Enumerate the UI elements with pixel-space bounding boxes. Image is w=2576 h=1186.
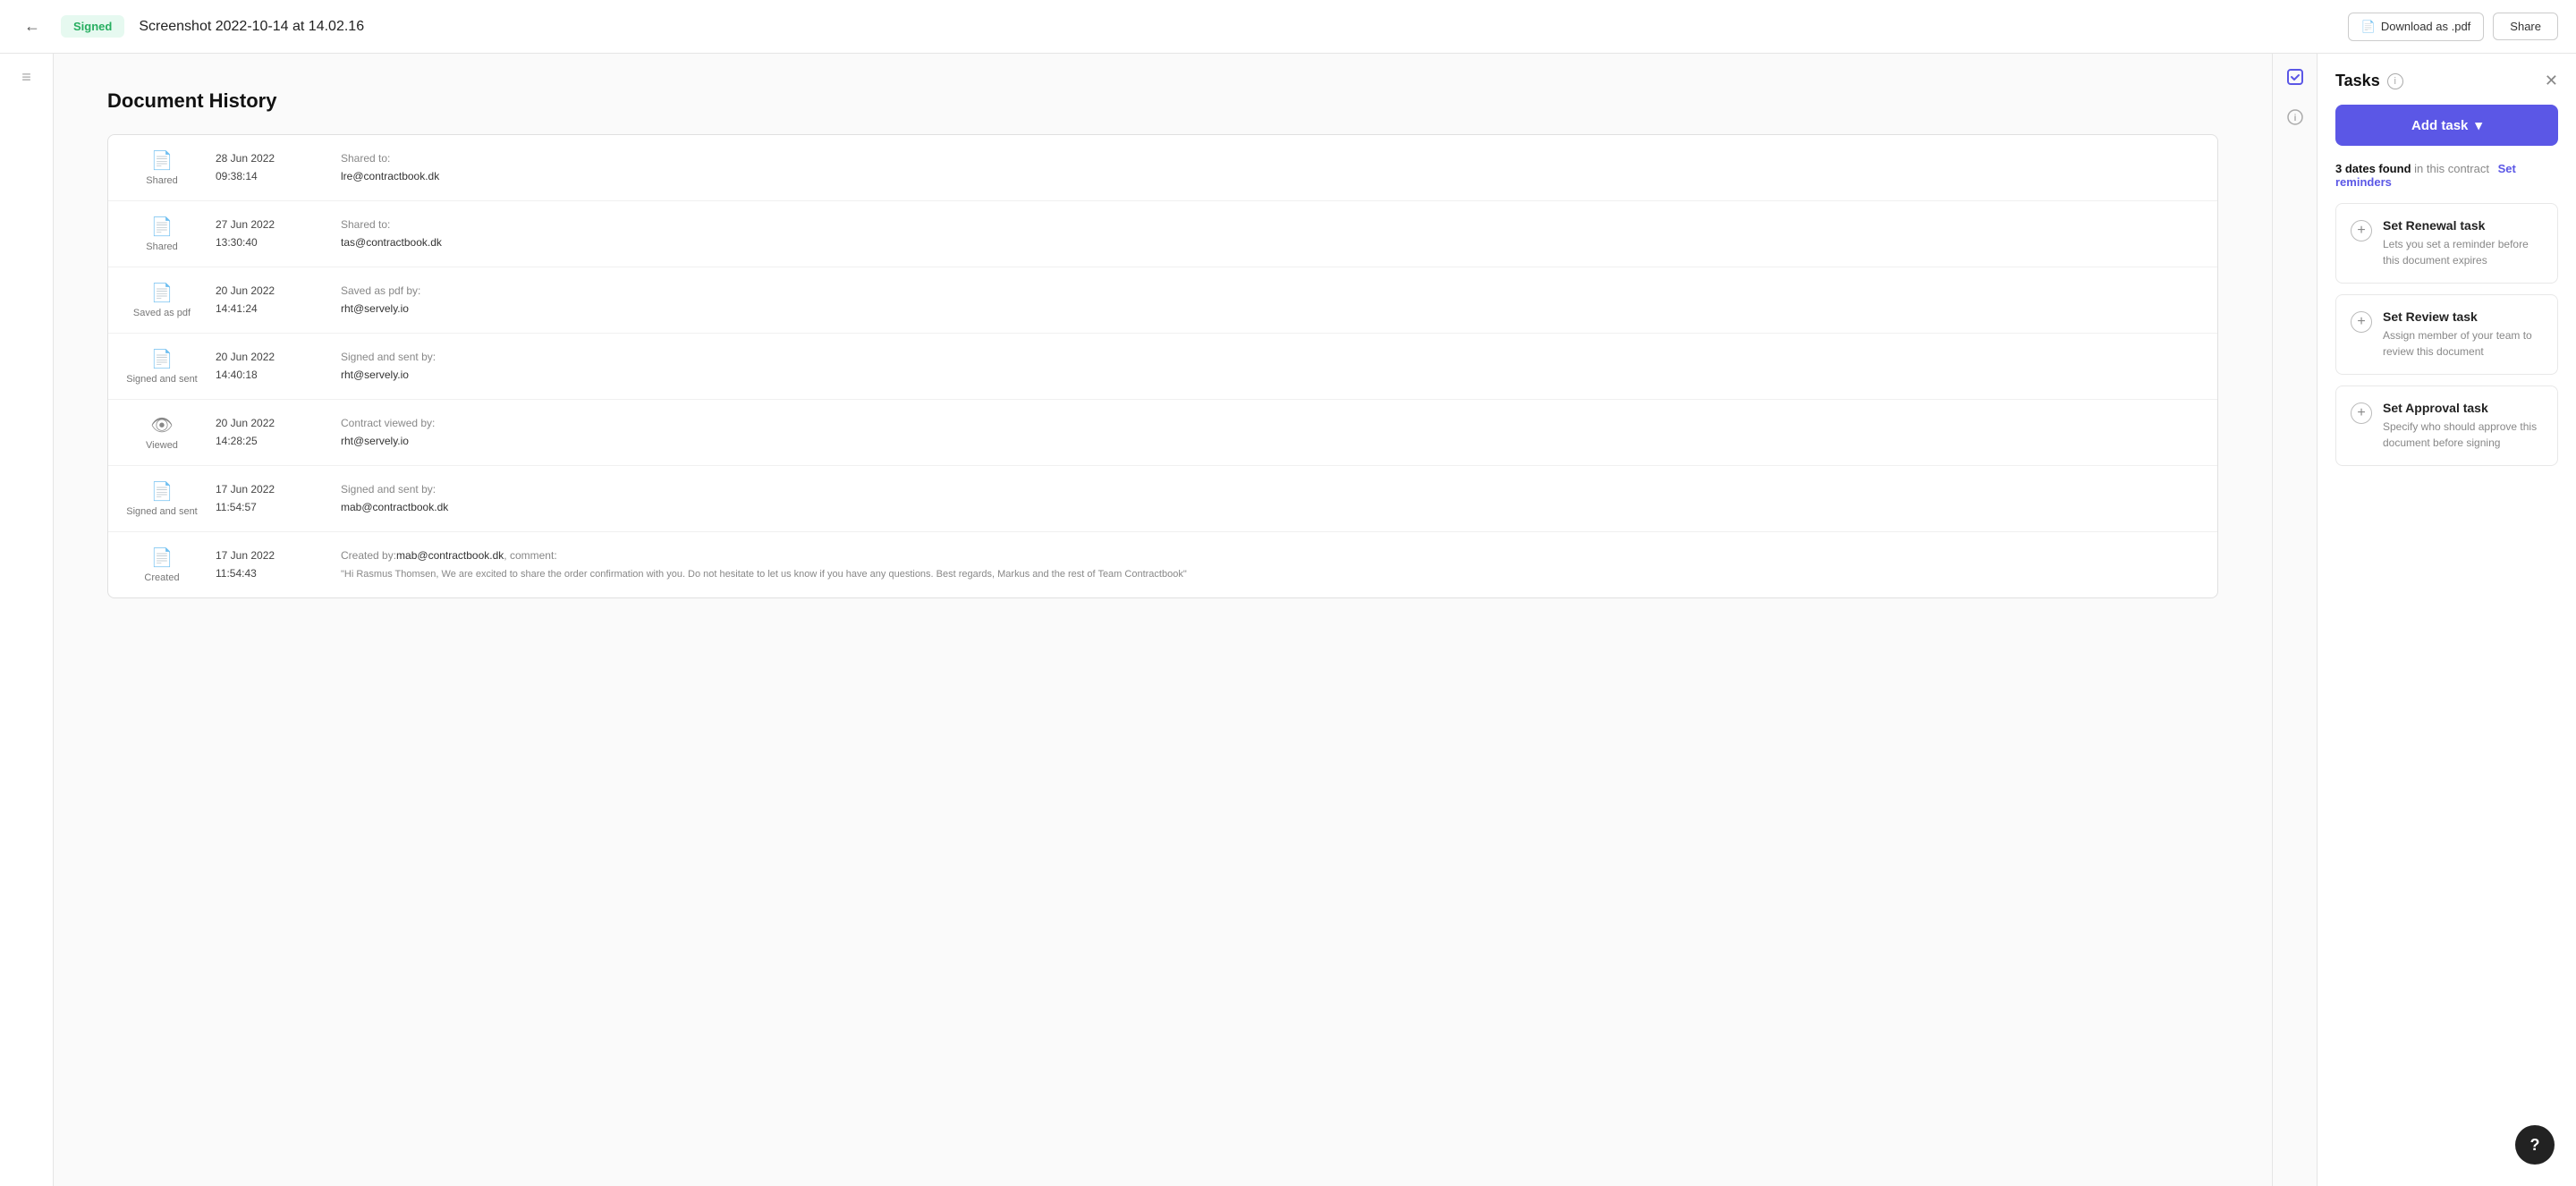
row-label: Shared (146, 175, 177, 186)
row-icon-label: 📄 Signed and sent (126, 348, 198, 385)
row-label: Saved as pdf (133, 308, 191, 318)
saved-pdf-icon: 📄 (151, 282, 174, 304)
row-info: Contract viewed by: rht@servely.io (341, 415, 2199, 449)
content-area: Document History 📄 Shared 28 Jun 2022 09… (54, 54, 2272, 1186)
row-icon-label: 👁 Viewed (126, 414, 198, 451)
row-datetime: 28 Jun 2022 09:38:14 (216, 150, 323, 184)
back-button[interactable]: ← (18, 13, 47, 41)
row-info: Signed and sent by: mab@contractbook.dk (341, 481, 2199, 515)
svg-text:i: i (2293, 114, 2296, 123)
panel-info-icon[interactable]: i (2387, 73, 2403, 89)
add-task-button[interactable]: Add task ▾ (2335, 105, 2558, 146)
table-row: 📄 Signed and sent 17 Jun 2022 11:54:57 S… (108, 466, 2217, 532)
signed-icon-2: 📄 (151, 480, 174, 503)
row-info: Saved as pdf by: rht@servely.io (341, 283, 2199, 317)
row-datetime: 27 Jun 2022 13:30:40 (216, 216, 323, 250)
row-label: Viewed (146, 440, 178, 451)
add-approval-task-button[interactable]: + (2351, 402, 2372, 424)
add-task-label: Add task (2411, 118, 2468, 133)
right-icon-sidebar: i (2273, 54, 2318, 1186)
row-icon-label: 📄 Created (126, 546, 198, 583)
left-sidebar: ≡ (0, 54, 54, 1186)
row-icon-label: 📄 Saved as pdf (126, 282, 198, 318)
task-content-approval: Set Approval task Specify who should app… (2383, 401, 2543, 451)
table-row: 👁 Viewed 20 Jun 2022 14:28:25 Contract v… (108, 400, 2217, 466)
row-icon-label: 📄 Shared (126, 149, 198, 186)
table-row: 📄 Signed and sent 20 Jun 2022 14:40:18 S… (108, 334, 2217, 400)
file-icon: 📄 (2361, 20, 2376, 34)
panel-title-wrap: Tasks i (2335, 72, 2403, 90)
row-datetime: 17 Jun 2022 11:54:43 (216, 547, 323, 581)
row-datetime: 17 Jun 2022 11:54:57 (216, 481, 323, 515)
task-content-renewal: Set Renewal task Lets you set a reminder… (2383, 218, 2543, 268)
history-table: 📄 Shared 28 Jun 2022 09:38:14 Shared to:… (107, 134, 2218, 598)
download-button[interactable]: 📄 Download as .pdf (2348, 13, 2485, 41)
row-label: Signed and sent (126, 506, 198, 517)
viewed-icon: 👁 (150, 414, 173, 436)
add-task-dropdown-icon: ▾ (2475, 117, 2482, 133)
download-label: Download as .pdf (2381, 20, 2470, 33)
topbar: ← Signed Screenshot 2022-10-14 at 14.02.… (0, 0, 2576, 54)
topbar-actions: 📄 Download as .pdf Share (2348, 13, 2558, 41)
doc-history-title: Document History (107, 89, 2218, 113)
row-info: Created by:mab@contractbook.dk, comment:… (341, 547, 2199, 582)
close-icon[interactable]: ✕ (2545, 72, 2558, 90)
row-icon-label: 📄 Signed and sent (126, 480, 198, 517)
row-datetime: 20 Jun 2022 14:41:24 (216, 283, 323, 317)
panel-title: Tasks (2335, 72, 2380, 90)
task-title: Set Approval task (2383, 401, 2543, 415)
task-card-review: + Set Review task Assign member of your … (2335, 294, 2558, 375)
table-row: 📄 Shared 28 Jun 2022 09:38:14 Shared to:… (108, 135, 2217, 201)
add-renewal-task-button[interactable]: + (2351, 220, 2372, 241)
add-review-task-button[interactable]: + (2351, 311, 2372, 333)
task-title: Set Review task (2383, 309, 2543, 324)
shared-icon-2: 📄 (151, 216, 174, 238)
help-button[interactable]: ? (2515, 1125, 2555, 1165)
task-content-review: Set Review task Assign member of your te… (2383, 309, 2543, 360)
task-description: Lets you set a reminder before this docu… (2383, 236, 2543, 268)
created-icon: 📄 (151, 546, 174, 569)
row-label: Created (144, 572, 179, 583)
signed-icon: 📄 (151, 348, 174, 370)
task-description: Assign member of your team to review thi… (2383, 327, 2543, 360)
left-sidebar-icon-1[interactable]: ≡ (21, 68, 31, 87)
share-button[interactable]: Share (2493, 13, 2558, 40)
task-card-approval: + Set Approval task Specify who should a… (2335, 385, 2558, 466)
main-layout: ≡ Document History 📄 Shared 28 Jun 2022 … (0, 54, 2576, 1186)
row-datetime: 20 Jun 2022 14:40:18 (216, 349, 323, 383)
task-description: Specify who should approve this document… (2383, 419, 2543, 451)
row-icon-label: 📄 Shared (126, 216, 198, 252)
right-tasks-panel: i Tasks i ✕ Add task ▾ 3 dates f (2272, 54, 2576, 1186)
info-sidebar-icon[interactable]: i (2286, 108, 2304, 131)
table-row: 📄 Created 17 Jun 2022 11:54:43 Created b… (108, 532, 2217, 597)
tasks-sidebar-icon[interactable] (2286, 68, 2304, 90)
document-title: Screenshot 2022-10-14 at 14.02.16 (139, 19, 2333, 35)
task-title: Set Renewal task (2383, 218, 2543, 233)
signed-badge: Signed (61, 15, 124, 38)
row-info: Shared to: tas@contractbook.dk (341, 216, 2199, 250)
row-info: Signed and sent by: rht@servely.io (341, 349, 2199, 383)
panel-header: Tasks i ✕ (2335, 72, 2558, 90)
right-panel-content: Tasks i ✕ Add task ▾ 3 dates found in th… (2318, 54, 2576, 1186)
shared-icon: 📄 (151, 149, 174, 172)
row-datetime: 20 Jun 2022 14:28:25 (216, 415, 323, 449)
table-row: 📄 Saved as pdf 20 Jun 2022 14:41:24 Save… (108, 267, 2217, 334)
row-label: Signed and sent (126, 374, 198, 385)
row-label: Shared (146, 241, 177, 252)
table-row: 📄 Shared 27 Jun 2022 13:30:40 Shared to:… (108, 201, 2217, 267)
dates-found: 3 dates found in this contract Set remin… (2335, 162, 2558, 189)
back-icon: ← (24, 17, 40, 36)
task-card-renewal: + Set Renewal task Lets you set a remind… (2335, 203, 2558, 284)
row-info: Shared to: lre@contractbook.dk (341, 150, 2199, 184)
